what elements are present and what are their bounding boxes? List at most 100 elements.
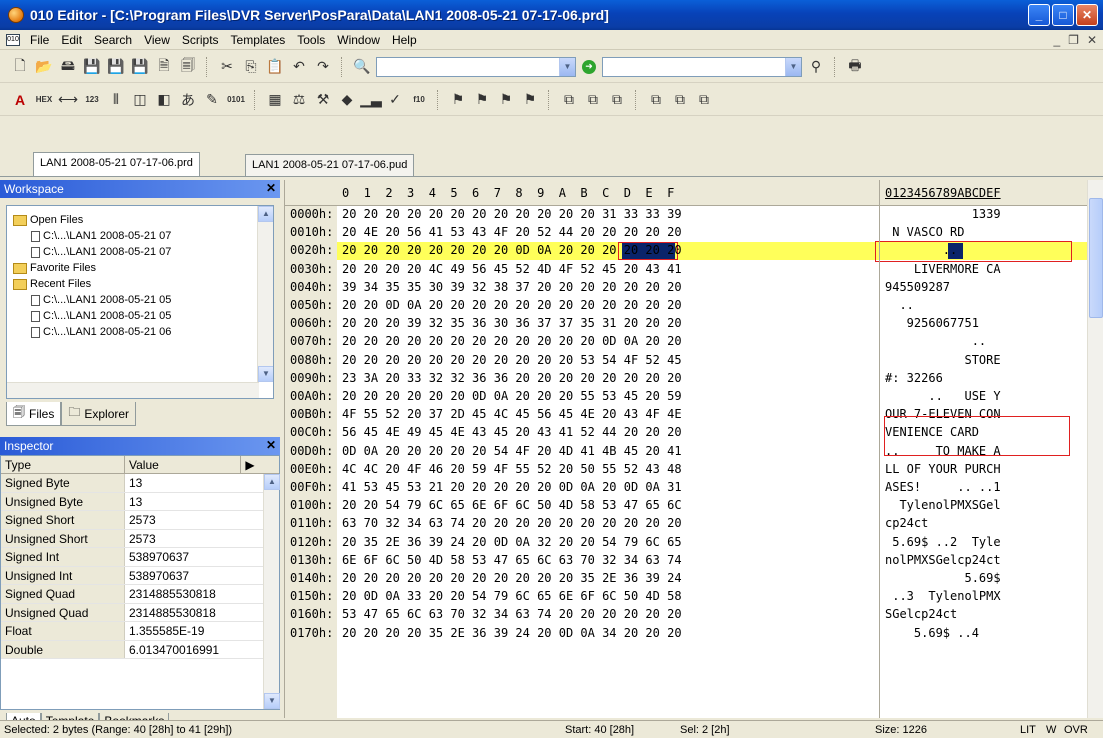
save-all-icon[interactable]: 💾 — [130, 57, 150, 77]
hex-ascii[interactable]: LL OF YOUR PURCH — [885, 462, 1001, 476]
bookmark-toggle-icon[interactable]: ⚑ — [448, 90, 468, 110]
hex-bytes[interactable]: 20 20 0D 0A 20 20 20 20 20 20 20 20 20 2… — [342, 298, 682, 312]
menu-help[interactable]: Help — [386, 33, 423, 47]
hex-row[interactable]: 0110h: 63 70 32 34 63 74 20 20 20 20 20 2… — [285, 515, 1085, 533]
close-file-icon[interactable]: 🗎 — [154, 57, 174, 77]
workspace-hscroll[interactable] — [7, 382, 259, 398]
base-convert-icon[interactable]: f10 — [409, 90, 429, 110]
app-icon[interactable] — [8, 7, 24, 23]
copy-icon[interactable]: ⎘ — [241, 57, 261, 77]
menu-view[interactable]: View — [138, 33, 176, 47]
mdi-close-icon[interactable]: ✕ — [1087, 33, 1097, 47]
hex-row[interactable]: 0050h: 20 20 0D 0A 20 20 20 20 20 20 20 2… — [285, 297, 1085, 315]
hex-bytes[interactable]: 20 4E 20 56 41 53 43 4F 20 52 44 20 20 2… — [342, 225, 682, 239]
hex-ascii[interactable]: TylenolPMXSGel — [885, 498, 1000, 512]
tool-c-icon[interactable]: ⧉ — [607, 90, 627, 110]
hex-bytes[interactable]: 23 3A 20 33 32 32 36 36 20 20 20 20 20 2… — [342, 371, 682, 385]
bookmark-clear-icon[interactable]: ⚑ — [520, 90, 540, 110]
menu-scripts[interactable]: Scripts — [176, 33, 225, 47]
cut-icon[interactable]: ✂ — [217, 57, 237, 77]
template-icon[interactable]: ◆ — [337, 90, 357, 110]
inspector-row[interactable]: Signed Int 538970637 — [1, 548, 279, 567]
hex-row[interactable]: 0150h: 20 0D 0A 33 20 20 54 79 6C 65 6E 6… — [285, 588, 1085, 606]
hex-ascii[interactable]: cp24ct — [885, 516, 1001, 530]
inspector-row[interactable]: Unsigned Int 538970637 — [1, 566, 279, 585]
toolbar-grip[interactable] — [254, 89, 257, 110]
hex-row[interactable]: 0040h: 39 34 35 35 30 39 32 38 37 20 20 2… — [285, 279, 1085, 297]
hex-bytes[interactable]: 41 53 45 53 21 20 20 20 20 20 0D 0A 20 0… — [342, 480, 682, 494]
undo-icon[interactable]: ↶ — [289, 57, 309, 77]
histogram-icon[interactable]: ▁▃ — [360, 90, 382, 110]
minimize-button[interactable]: _ — [1028, 4, 1050, 26]
tree-item[interactable]: C:\...\LAN1 2008-05-21 06 — [7, 324, 273, 340]
toolbar-grip[interactable] — [206, 56, 209, 77]
inspector-row[interactable]: Signed Quad 2314885530818 — [1, 585, 279, 604]
save-as-icon[interactable]: 💾 — [106, 57, 126, 77]
hex-bytes[interactable]: 20 20 20 20 20 20 20 20 20 20 20 20 31 3… — [342, 207, 682, 221]
hex-bytes[interactable]: 4C 4C 20 4F 46 20 59 4F 55 52 20 50 55 5… — [342, 462, 682, 476]
inspector-value[interactable]: 13 — [125, 493, 255, 511]
goto-combo[interactable]: ▼ — [602, 56, 802, 77]
scroll-thumb[interactable] — [1089, 198, 1103, 318]
hex-row[interactable]: 0100h: 20 20 54 79 6C 65 6E 6F 6C 50 4D 5… — [285, 497, 1085, 515]
scroll-down-icon[interactable]: ▼ — [264, 693, 280, 709]
hex-row[interactable]: 0030h: 20 20 20 20 4C 49 56 45 52 4D 4F 5… — [285, 261, 1085, 279]
tree-item[interactable]: Favorite Files — [7, 260, 273, 276]
hex-vscroll[interactable] — [1087, 180, 1103, 718]
tab-explorer[interactable]: 🗀 Explorer — [61, 402, 137, 426]
close-all-icon[interactable]: 🗐 — [178, 57, 198, 77]
split-icon[interactable]: ◫ — [130, 90, 150, 110]
hex-bytes[interactable]: 0D 0A 20 20 20 20 20 54 4F 20 4D 41 4B 4… — [342, 444, 682, 458]
number-format-icon[interactable]: 123 — [82, 90, 102, 110]
hex-bytes[interactable]: 20 20 20 20 20 20 20 20 20 20 20 53 54 4… — [342, 353, 682, 367]
print-icon[interactable]: 🖶 — [845, 57, 865, 77]
hex-row[interactable]: 0060h: 20 20 20 39 32 35 36 30 36 37 37 3… — [285, 315, 1085, 333]
hex-row[interactable]: 00E0h: 4C 4C 20 4F 46 20 59 4F 55 52 20 5… — [285, 461, 1085, 479]
hex-ascii[interactable]: STORE — [885, 353, 1000, 367]
toolbar-grip[interactable] — [834, 56, 837, 77]
go-icon[interactable]: ➜ — [582, 59, 596, 74]
calculator-icon[interactable]: ▦ — [265, 90, 285, 110]
column-value[interactable]: Value — [125, 456, 241, 473]
hex-ascii[interactable]: ..3 TylenolPMX — [885, 589, 1000, 603]
hex-ascii[interactable]: SGelcp24ct — [885, 607, 1001, 621]
document-menu-icon[interactable]: 010 — [6, 33, 20, 46]
hex-row[interactable]: 00F0h: 41 53 45 53 21 20 20 20 20 20 0D 0… — [285, 479, 1085, 497]
hex-bytes[interactable]: 53 47 65 6C 63 70 32 34 63 74 20 20 20 2… — [342, 607, 682, 621]
hex-ascii[interactable]: 5.69$ ..2 Tyle — [885, 535, 1000, 549]
tool-a-icon[interactable]: ⧉ — [559, 90, 579, 110]
hex-bytes[interactable]: 63 70 32 34 63 74 20 20 20 20 20 20 20 2… — [342, 516, 682, 530]
inspector-value[interactable]: 538970637 — [125, 567, 255, 585]
inspector-value[interactable]: 2573 — [125, 530, 255, 548]
maximize-button[interactable]: □ — [1052, 4, 1074, 26]
tree-item[interactable]: Recent Files — [7, 276, 273, 292]
inspector-value[interactable]: 2314885530818 — [125, 604, 255, 622]
inspector-row[interactable]: Float 1.355585E-19 — [1, 622, 279, 641]
inspector-row[interactable]: Unsigned Byte 13 — [1, 492, 279, 511]
column-type[interactable]: Type — [1, 456, 125, 473]
hex-bytes[interactable]: 20 20 20 20 20 20 0D 0A 20 20 20 55 53 4… — [342, 389, 682, 403]
paste-icon[interactable]: 📋 — [265, 57, 285, 77]
hex-bytes[interactable]: 20 20 20 39 32 35 36 30 36 37 37 35 31 2… — [342, 316, 682, 330]
hex-bytes[interactable]: 20 20 20 20 20 20 20 20 20 20 20 20 0D 0… — [342, 334, 682, 348]
tree-item[interactable]: C:\...\LAN1 2008-05-21 05 — [7, 308, 273, 324]
tool-e-icon[interactable]: ⧉ — [670, 90, 690, 110]
menu-search[interactable]: Search — [88, 33, 138, 47]
scroll-down-icon[interactable]: ▼ — [258, 366, 273, 382]
inspector-value[interactable]: 2573 — [125, 511, 255, 529]
tree-item[interactable]: C:\...\LAN1 2008-05-21 07 — [7, 228, 273, 244]
hex-bytes[interactable]: 20 20 20 20 4C 49 56 45 52 4D 4F 52 45 2… — [342, 262, 682, 276]
font-icon[interactable]: A — [10, 90, 30, 110]
tool-d-icon[interactable]: ⧉ — [646, 90, 666, 110]
hex-row[interactable]: 0170h: 20 20 20 20 35 2E 36 39 24 20 0D 0… — [285, 625, 1085, 643]
hex-bytes[interactable]: 20 35 2E 36 39 24 20 0D 0A 32 20 20 54 7… — [342, 535, 682, 549]
inspector-value[interactable]: 538970637 — [125, 548, 255, 566]
menu-edit[interactable]: Edit — [55, 33, 88, 47]
checksum-icon[interactable]: ⚒ — [313, 90, 333, 110]
inspector-row[interactable]: Double 6.013470016991 — [1, 640, 279, 659]
hex-row[interactable]: 0160h: 53 47 65 6C 63 70 32 34 63 74 20 2… — [285, 606, 1085, 624]
hex-bytes[interactable]: 4F 55 52 20 37 2D 45 4C 45 56 45 4E 20 4… — [342, 407, 682, 421]
inspector-value[interactable]: 6.013470016991 — [125, 641, 255, 659]
mdi-restore-icon[interactable]: ❐ — [1068, 33, 1079, 47]
menu-window[interactable]: Window — [331, 33, 386, 47]
